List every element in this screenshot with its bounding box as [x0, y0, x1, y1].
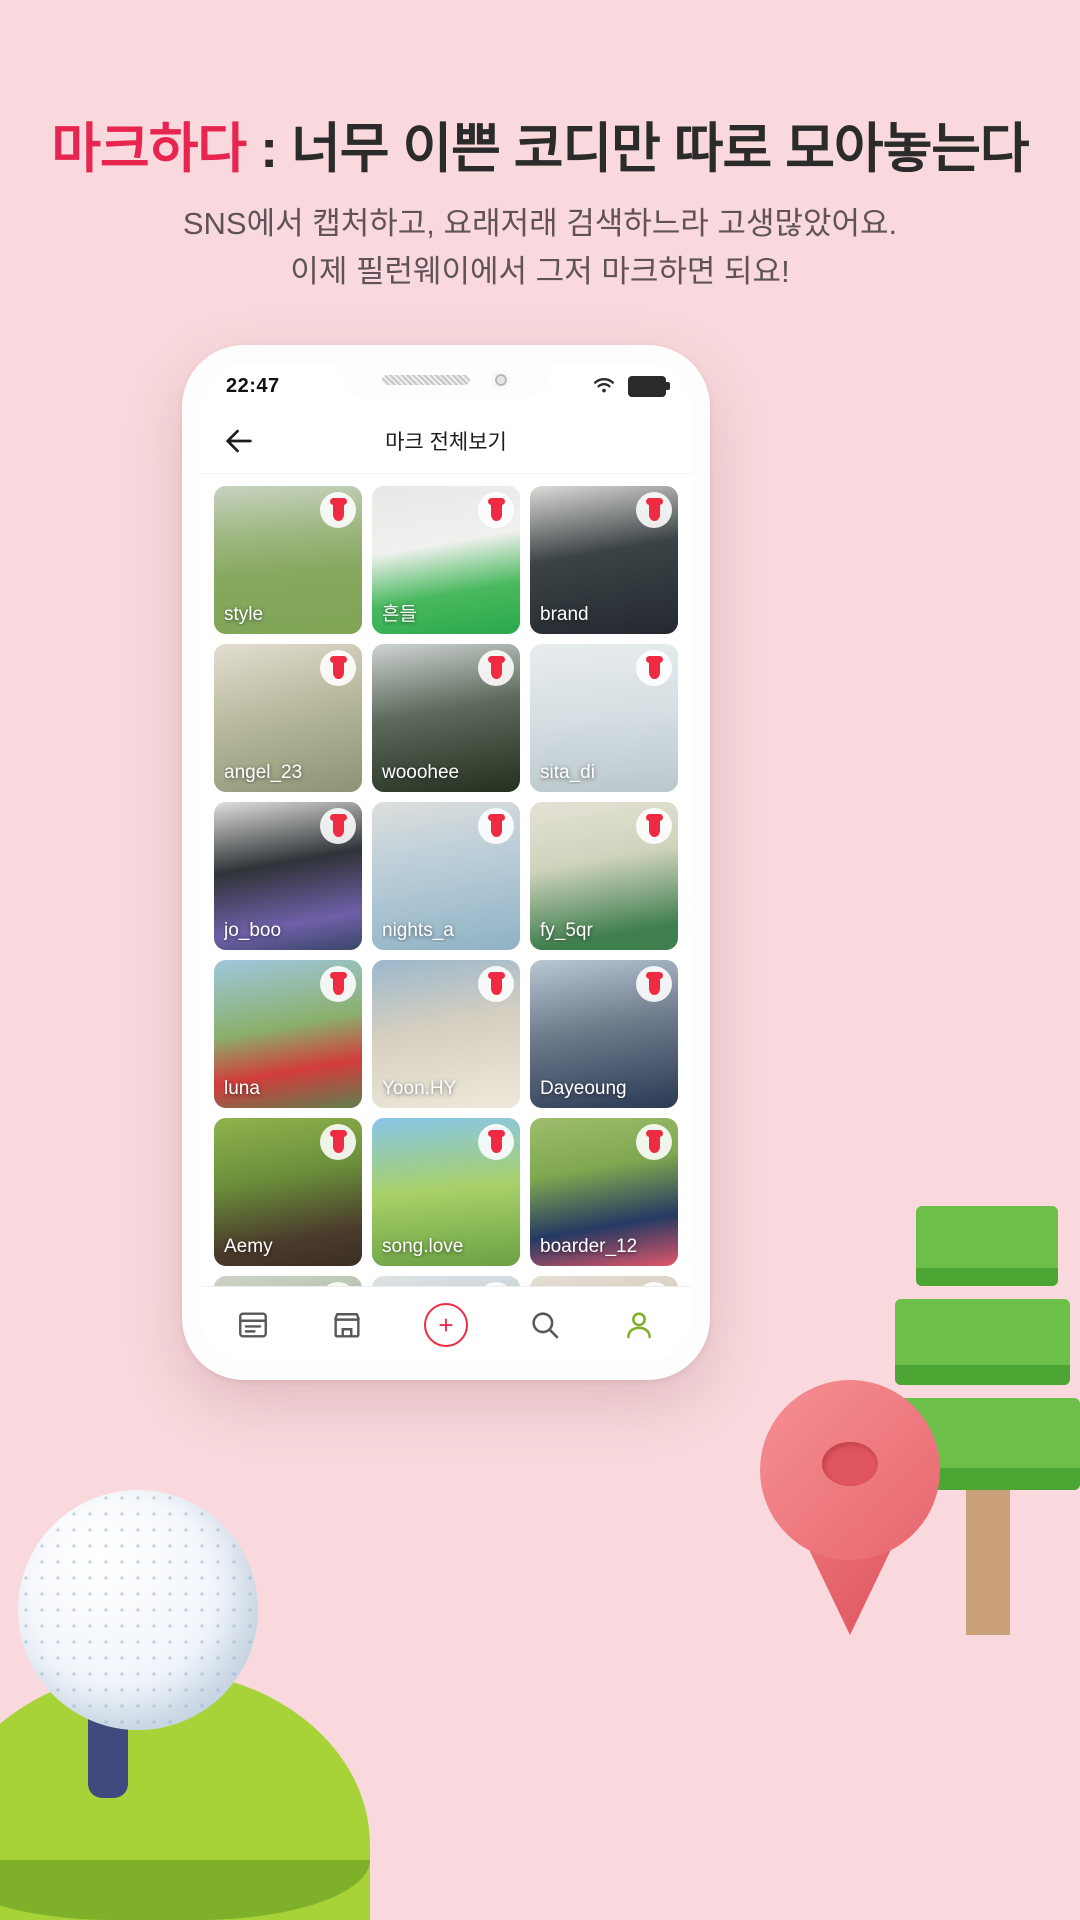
add-button[interactable]: + — [424, 1302, 468, 1347]
golf-tee-mark-icon[interactable] — [636, 808, 672, 844]
status-icons — [592, 375, 670, 397]
golf-tee-mark-icon[interactable] — [636, 650, 672, 686]
mark-card[interactable]: Dayeoung — [530, 960, 678, 1108]
app-bar: 마크 전체보기 — [200, 409, 692, 474]
mark-card[interactable] — [214, 1276, 362, 1286]
mark-card-label: jo_boo — [224, 920, 282, 941]
golf-tee-mark-icon[interactable] — [478, 650, 514, 686]
status-bar: 22:47 — [200, 363, 692, 409]
page-title: 마크 전체보기 — [385, 431, 507, 454]
mark-card[interactable] — [530, 1276, 678, 1286]
mark-card[interactable]: jo_boo — [214, 802, 362, 950]
mark-card[interactable]: Yoon.HY — [372, 960, 520, 1108]
mark-card[interactable]: brand — [530, 486, 678, 634]
headline-rest: : 너무 이쁜 코디만 따로 모아놓는다 — [246, 119, 1030, 179]
mark-card[interactable]: angel_23 — [214, 644, 362, 792]
mark-card[interactable]: song.love — [372, 1118, 520, 1266]
mark-card[interactable]: wooohee — [372, 644, 520, 792]
mark-card-label: fy_5qr — [540, 920, 593, 941]
mark-card[interactable]: fy_5qr — [530, 802, 678, 950]
search-icon[interactable] — [528, 1308, 562, 1342]
golf-tee-mark-icon[interactable] — [320, 492, 356, 528]
page-headline: 마크하다 : 너무 이쁜 코디만 따로 모아놓는다 — [0, 104, 1080, 183]
golf-tee-mark-icon[interactable] — [320, 1124, 356, 1160]
mark-card-label: song.love — [382, 1236, 464, 1257]
mark-card-label: sita_di — [540, 762, 595, 783]
mark-card[interactable]: boarder_12 — [530, 1118, 678, 1266]
mark-card[interactable]: luna — [214, 960, 362, 1108]
mark-card-label: style — [224, 604, 264, 625]
mark-card[interactable]: Aemy — [214, 1118, 362, 1266]
mark-card-label: angel_23 — [224, 762, 303, 783]
page-subtitle: SNS에서 캡처하고, 요래저래 검색하느라 고생많았어요. 이제 필런웨이에서… — [0, 200, 1080, 296]
golf-tee-mark-icon[interactable] — [478, 492, 514, 528]
mark-card-label: luna — [224, 1078, 260, 1099]
store-icon[interactable] — [330, 1308, 364, 1342]
battery-full-icon — [628, 375, 670, 397]
mark-card[interactable]: nights_a — [372, 802, 520, 950]
golf-tee-mark-icon[interactable] — [478, 966, 514, 1002]
mark-card-label: Aemy — [224, 1236, 273, 1257]
golf-tee-mark-icon[interactable] — [636, 492, 672, 528]
mark-card-label: 흔들 — [382, 604, 417, 625]
golf-tee-mark-icon[interactable] — [478, 808, 514, 844]
mark-card[interactable] — [372, 1276, 520, 1286]
golf-tee-mark-icon[interactable] — [320, 966, 356, 1002]
mark-card[interactable]: 흔들 — [372, 486, 520, 634]
mark-grid: style 흔들 brand angel_23 wooohee sita_di jo_boo… — [200, 474, 692, 1286]
golf-tee-mark-icon[interactable] — [320, 650, 356, 686]
phone-mockup: 22:47 마크 전체보기 style 흔들 brand angel_23 wooohe… — [182, 345, 710, 1380]
status-time: 22:47 — [226, 374, 280, 397]
golf-tee-mark-icon[interactable] — [320, 808, 356, 844]
map-pin-hole — [822, 1442, 878, 1486]
subtitle-line-1: SNS에서 캡처하고, 요래저래 검색하느라 고생많았어요. — [182, 206, 898, 241]
subtitle-line-2: 이제 필런웨이에서 그저 마크하면 되요! — [290, 254, 790, 290]
golf-tee-mark-icon[interactable] — [478, 1124, 514, 1160]
feed-icon[interactable] — [236, 1308, 270, 1342]
mark-card-label: wooohee — [382, 762, 460, 783]
golf-tee-mark-icon[interactable] — [636, 966, 672, 1002]
mark-card-label: Dayeoung — [540, 1078, 627, 1099]
back-arrow-icon[interactable] — [222, 424, 256, 458]
mark-card-label: brand — [540, 604, 589, 625]
map-pin-decoration — [760, 1380, 940, 1640]
mark-card[interactable]: style — [214, 486, 362, 634]
mark-card-label: boarder_12 — [540, 1236, 638, 1257]
mark-card[interactable]: sita_di — [530, 644, 678, 792]
tree-layer-top-shade — [916, 1268, 1058, 1286]
person-icon[interactable] — [622, 1308, 656, 1342]
wifi-icon — [594, 378, 614, 393]
golf-ball — [18, 1490, 258, 1730]
headline-accent: 마크하다 — [51, 119, 247, 179]
mark-card-label: Yoon.HY — [382, 1078, 457, 1099]
bottom-tab-bar: + — [200, 1286, 692, 1362]
golf-tee-mark-icon[interactable] — [636, 1124, 672, 1160]
phone-screen: 22:47 마크 전체보기 style 흔들 brand angel_23 wooohe… — [200, 363, 692, 1362]
mark-card-label: nights_a — [382, 920, 454, 941]
